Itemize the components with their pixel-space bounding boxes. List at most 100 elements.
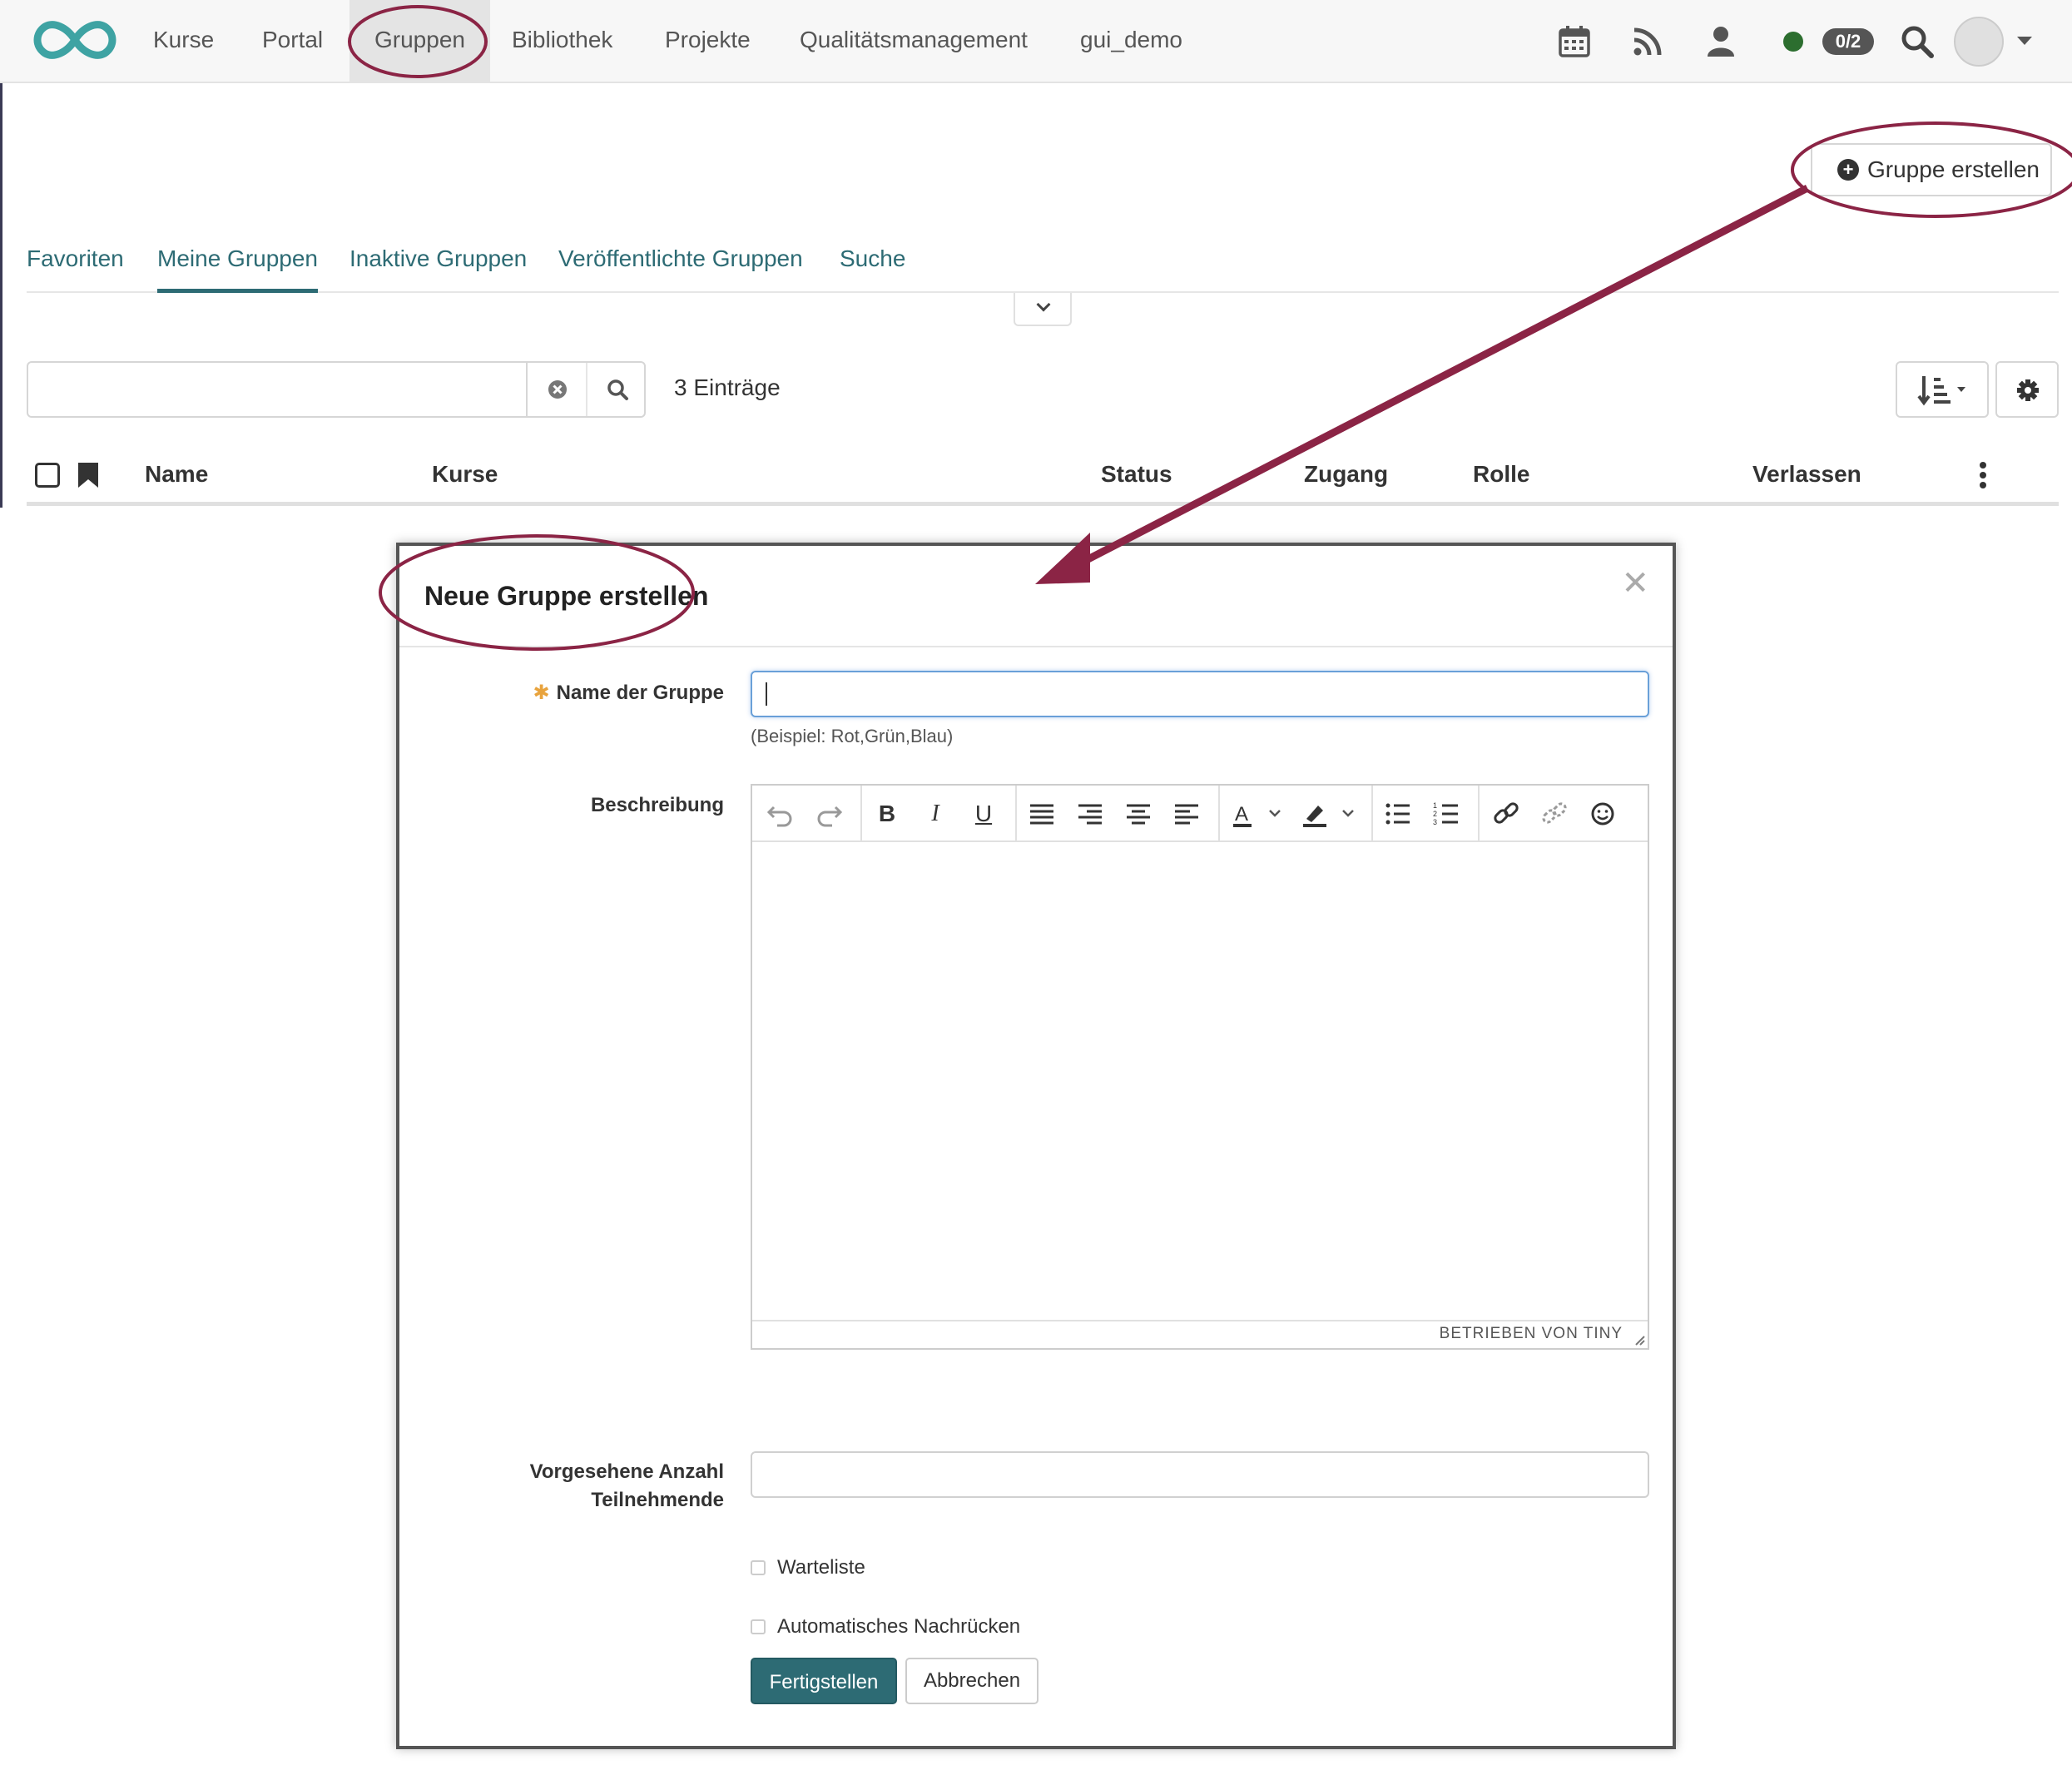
editor-toolbar: B I U A 123 (752, 786, 1648, 842)
participants-label-line2: Teilnehmende (591, 1489, 724, 1511)
tab-veroeffentlichte-gruppen[interactable]: Veröffentlichte Gruppen (558, 241, 803, 293)
nav-item-kurse[interactable]: Kurse (128, 0, 239, 83)
undo-icon[interactable] (761, 794, 801, 834)
toolbar-separator (1218, 786, 1220, 842)
select-all-checkbox[interactable] (35, 463, 60, 488)
waitlist-label: Warteliste (777, 1556, 865, 1579)
align-left-icon[interactable] (1167, 794, 1207, 834)
tab-favoriten[interactable]: Favoriten (27, 241, 124, 293)
filter-toggle-button[interactable] (1014, 293, 1072, 326)
close-icon[interactable]: ✕ (1621, 564, 1649, 602)
rss-icon[interactable] (1629, 23, 1666, 60)
clear-circle-icon (548, 380, 567, 399)
more-vertical-icon[interactable] (1979, 461, 1987, 489)
emoji-icon[interactable] (1583, 794, 1623, 834)
online-status-dot[interactable] (1783, 32, 1803, 52)
group-tabs: Favoriten Meine Gruppen Inaktive Gruppen… (27, 241, 2059, 293)
search-icon[interactable] (1899, 23, 1936, 60)
chevron-down-icon (1036, 297, 1051, 312)
cancel-button[interactable]: Abbrechen (905, 1658, 1038, 1704)
plus-circle-icon: + (1837, 159, 1859, 181)
auto-move-checkbox[interactable] (751, 1619, 766, 1634)
editor-status-bar: BETRIEBEN VON TINY (752, 1320, 1648, 1348)
chevron-down-icon[interactable] (2017, 37, 2032, 45)
highlight-color-icon[interactable] (1296, 794, 1363, 834)
toolbar-separator (1371, 786, 1373, 842)
underline-icon[interactable]: U (964, 794, 1004, 834)
bold-icon[interactable]: B (867, 794, 907, 834)
svg-text:3: 3 (1433, 818, 1437, 826)
auto-move-label: Automatisches Nachrücken (777, 1615, 1021, 1638)
participants-label-line1: Vorgesehene Anzahl (529, 1460, 724, 1483)
group-name-hint: (Beispiel: Rot,Grün,Blau) (751, 726, 954, 746)
tab-meine-gruppen[interactable]: Meine Gruppen (157, 241, 319, 293)
editor-branding[interactable]: BETRIEBEN VON TINY (1440, 1325, 1623, 1343)
bookmark-icon[interactable] (77, 461, 100, 489)
clear-search-button[interactable] (526, 363, 586, 416)
bullet-list-icon[interactable] (1378, 794, 1418, 834)
link-icon[interactable] (1486, 794, 1526, 834)
group-name-label: ✱ Name der Gruppe (516, 681, 725, 705)
toolbar-separator (860, 786, 862, 842)
description-label: Beschreibung (590, 794, 724, 816)
waitlist-checkbox[interactable] (751, 1560, 766, 1575)
align-justify-icon[interactable] (1022, 794, 1062, 834)
resize-handle-icon[interactable] (1634, 1335, 1646, 1346)
create-group-label: Gruppe erstellen (1867, 156, 2040, 182)
sort-button[interactable] (1896, 361, 1989, 418)
svg-text:2: 2 (1433, 810, 1437, 818)
italic-icon[interactable]: I (915, 794, 955, 834)
calendar-icon[interactable] (1556, 23, 1593, 60)
participants-label: Vorgesehene Anzahl Teilnehmende (433, 1458, 724, 1515)
participants-input[interactable] (751, 1451, 1649, 1498)
table-settings-button[interactable] (1995, 361, 2059, 418)
table-header: Name Kurse Status Zugang Rolle Verlassen (27, 449, 2059, 506)
tab-inaktive-gruppen[interactable]: Inaktive Gruppen (349, 241, 527, 293)
dialog-title: Neue Gruppe erstellen (424, 581, 709, 611)
nav-item-projekte[interactable]: Projekte (640, 0, 776, 83)
rich-text-editor: B I U A 123 BETRIEBEN VON TINY (751, 784, 1649, 1350)
user-icon[interactable] (1703, 23, 1739, 60)
svg-text:1: 1 (1433, 801, 1437, 810)
tab-suche[interactable]: Suche (840, 241, 905, 293)
toolbar-separator (1015, 786, 1017, 842)
column-header-verlassen[interactable]: Verlassen (1752, 461, 1861, 488)
entries-count: 3 Einträge (674, 374, 781, 400)
chat-counter-badge[interactable]: 0/2 (1822, 28, 1874, 55)
group-name-label-text: Name der Gruppe (556, 682, 724, 704)
auto-move-row: Automatisches Nachrücken (751, 1615, 1020, 1639)
nav-item-qualitaetsmanagement[interactable]: Qualitätsmanagement (775, 0, 1053, 83)
text-color-icon[interactable]: A (1227, 794, 1293, 834)
nav-item-portal[interactable]: Portal (237, 0, 348, 83)
nav-item-gui-demo[interactable]: gui_demo (1055, 0, 1207, 83)
required-star-icon: ✱ (533, 682, 550, 704)
group-name-input[interactable] (751, 671, 1649, 717)
align-center-icon[interactable] (1118, 794, 1158, 834)
gear-icon (2017, 379, 2039, 401)
column-header-name[interactable]: Name (145, 461, 208, 488)
openolat-logo[interactable] (30, 15, 120, 65)
search-icon (607, 379, 628, 400)
unlink-icon[interactable] (1534, 794, 1574, 834)
create-group-button[interactable]: + Gruppe erstellen (1811, 143, 2052, 196)
nav-item-gruppen[interactable]: Gruppen (349, 0, 490, 83)
toolbar-separator (1478, 786, 1480, 842)
avatar[interactable] (1954, 17, 2004, 67)
editor-content-area[interactable] (752, 842, 1648, 1320)
create-group-dialog: Neue Gruppe erstellen ✕ ✱ Name der Gruppe… (396, 543, 1676, 1749)
finish-button[interactable]: Fertigstellen (751, 1658, 897, 1704)
window-edge (0, 83, 2, 508)
redo-icon[interactable] (809, 794, 849, 834)
search-box (27, 361, 646, 418)
top-navigation-bar: Kurse Portal Gruppen Bibliothek Projekte… (0, 0, 2072, 83)
waitlist-row: Warteliste (751, 1556, 865, 1579)
search-button[interactable] (586, 363, 646, 416)
numbered-list-icon[interactable]: 123 (1426, 794, 1466, 834)
column-header-rolle[interactable]: Rolle (1473, 461, 1529, 488)
column-header-kurse[interactable]: Kurse (432, 461, 498, 488)
align-right-icon[interactable] (1070, 794, 1110, 834)
column-header-status[interactable]: Status (1101, 461, 1172, 488)
column-header-zugang[interactable]: Zugang (1304, 461, 1388, 488)
search-input[interactable] (28, 363, 528, 416)
nav-item-bibliothek[interactable]: Bibliothek (487, 0, 637, 83)
